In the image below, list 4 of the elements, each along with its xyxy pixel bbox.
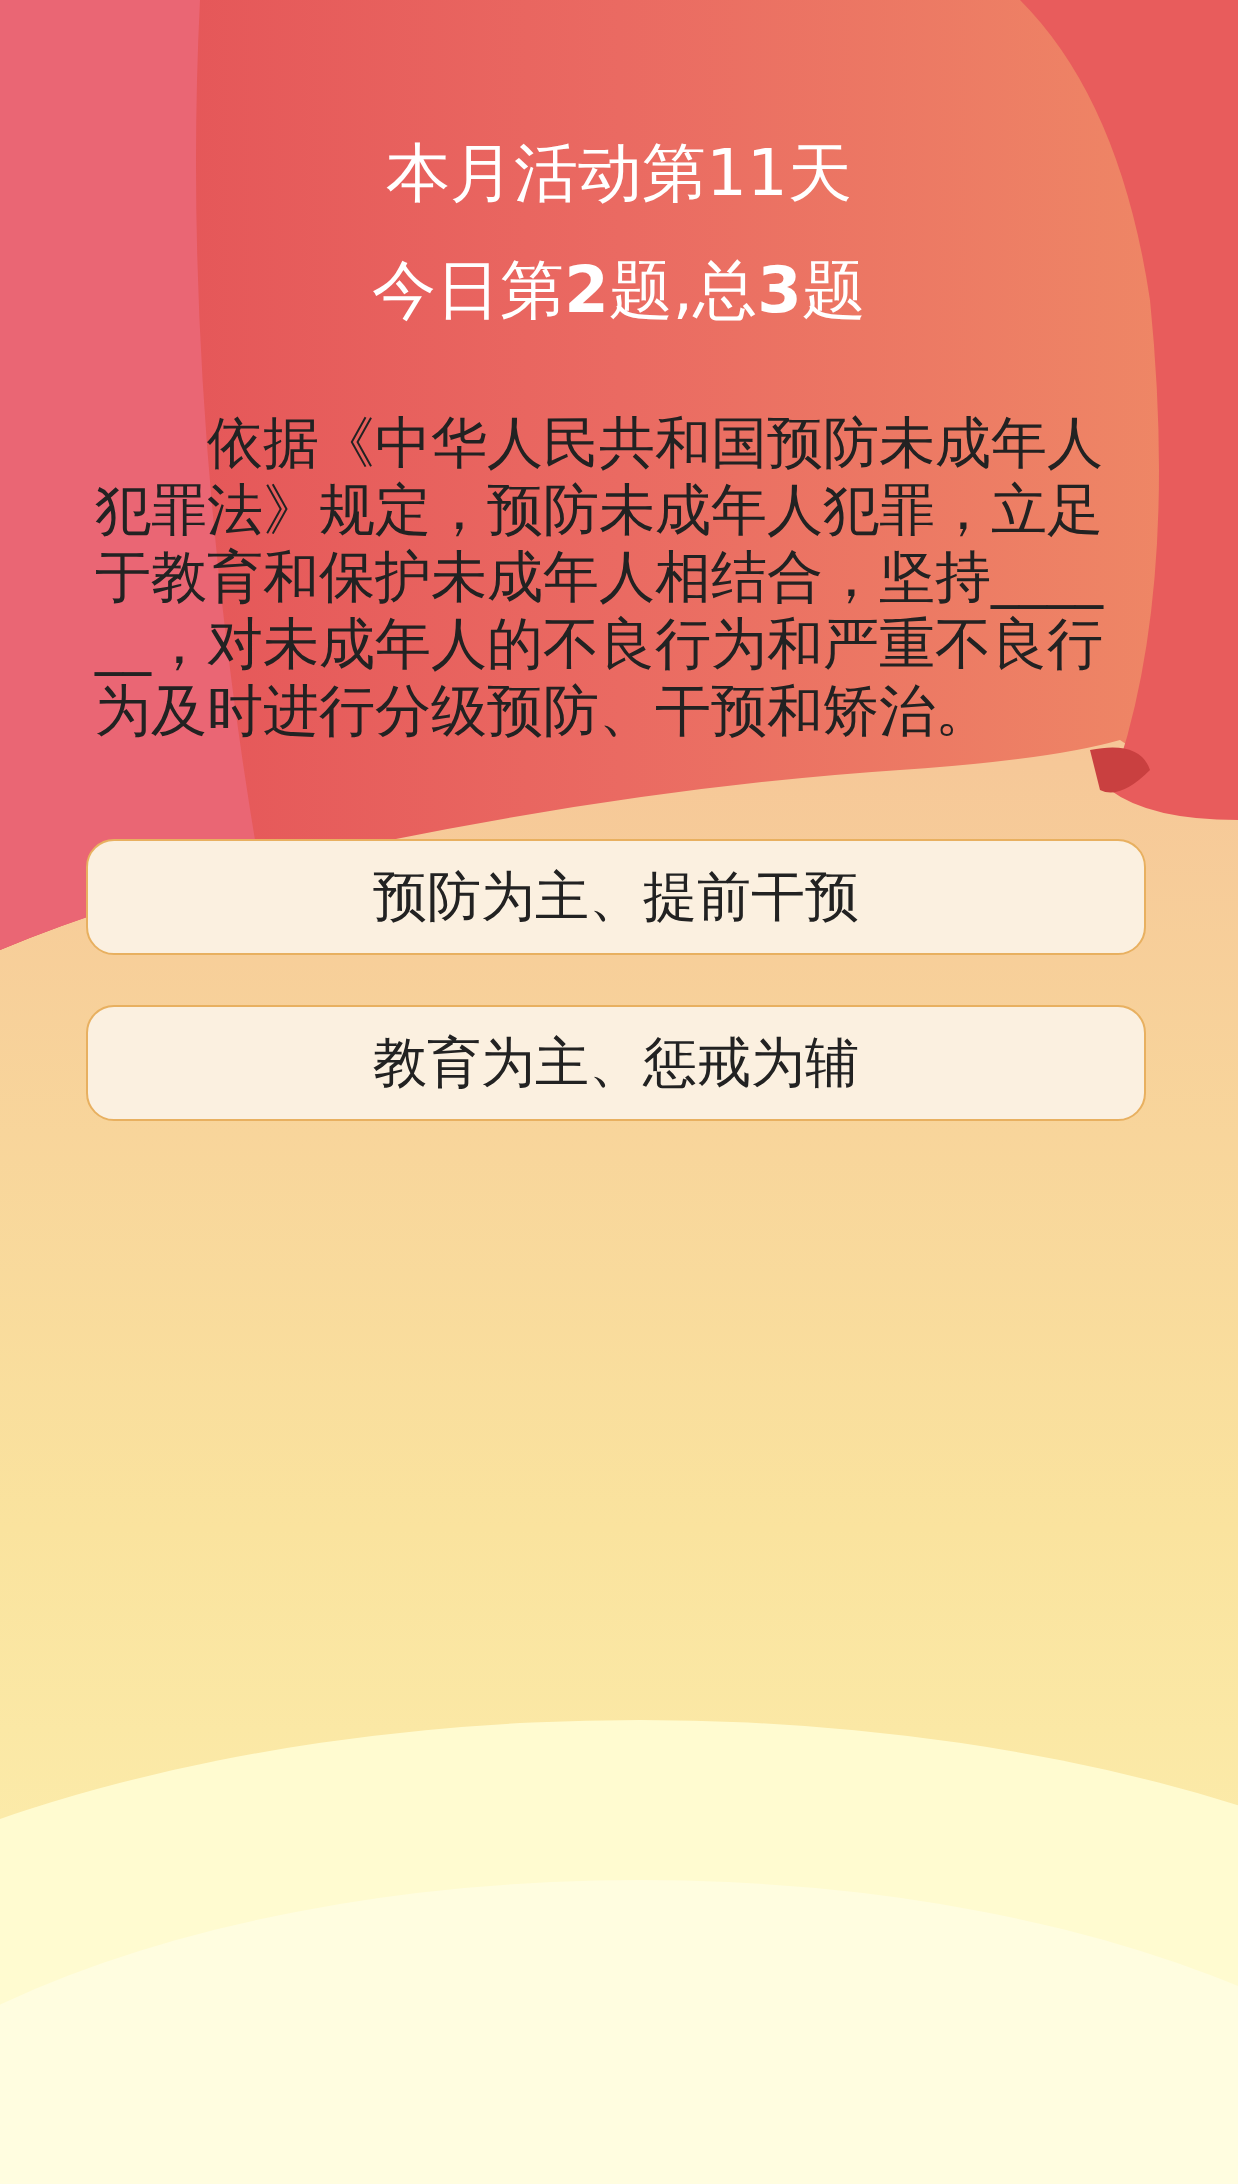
question-text: 依据《中华人民共和国预防未成年人犯罪法》规定，预防未成年人犯罪，立足于教育和保护未成年人相结合，坚持______，对未成年人的不良行为和严重不良行为及时进行分级预防、干预和矫治。	[95, 408, 1105, 744]
activity-day-title: 本月活动第11天	[386, 135, 852, 212]
answer-option[interactable]: 预防为主、提前干预	[86, 838, 1146, 955]
answer-option[interactable]: 教育为主、惩戒为辅	[86, 1004, 1146, 1121]
